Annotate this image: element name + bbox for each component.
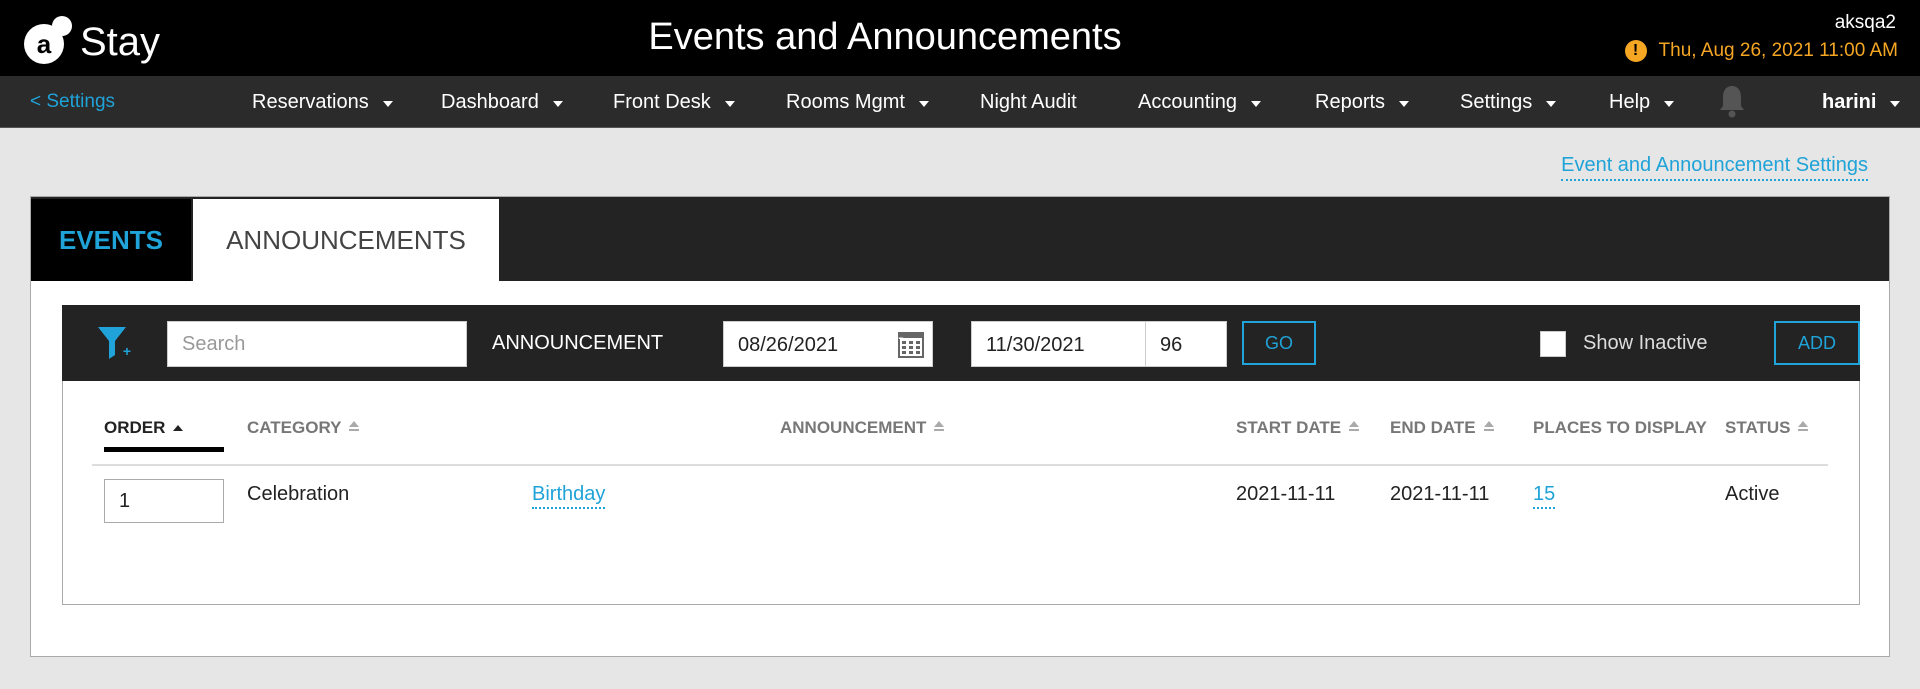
nav-accounting[interactable]: Accounting xyxy=(1138,91,1261,114)
nav-label: Dashboard xyxy=(441,91,539,113)
chevron-down-icon xyxy=(552,101,563,107)
sort-icon xyxy=(349,421,360,435)
cell-places-link[interactable]: 15 xyxy=(1533,483,1556,509)
nav-rooms-mgmt[interactable]: Rooms Mgmt xyxy=(786,91,929,114)
cell-announcement-link[interactable]: Birthday xyxy=(532,483,606,509)
sort-icon xyxy=(1798,421,1809,435)
column-label: STATUS xyxy=(1725,418,1791,437)
back-to-settings-link[interactable]: < Settings xyxy=(30,91,115,113)
nav-label: Night Audit xyxy=(980,91,1077,113)
column-label: CATEGORY xyxy=(247,418,342,437)
nav-label: Accounting xyxy=(1138,91,1237,113)
sort-icon xyxy=(1349,421,1360,435)
nav-reports[interactable]: Reports xyxy=(1315,91,1410,114)
cell-category: Celebration xyxy=(247,483,350,505)
nav-night-audit[interactable]: Night Audit xyxy=(980,91,1077,114)
nav-settings[interactable]: Settings xyxy=(1460,91,1557,114)
nav-help[interactable]: Help xyxy=(1609,91,1675,114)
property-name: aksqa2 xyxy=(1834,12,1896,33)
column-header-places: PLACES TO DISPLAY xyxy=(1533,418,1707,438)
nav-reservations[interactable]: Reservations xyxy=(252,91,393,114)
column-header-category[interactable]: CATEGORY xyxy=(247,418,360,438)
chevron-down-icon xyxy=(918,101,929,107)
main-nav: < Settings Reservations Dashboard Front … xyxy=(0,76,1920,128)
event-announcement-settings-link[interactable]: Event and Announcement Settings xyxy=(1561,154,1868,181)
go-button[interactable]: GO xyxy=(1242,321,1316,365)
cell-start-date: 2021-11-11 xyxy=(1236,483,1336,505)
chevron-down-icon xyxy=(382,101,393,107)
notifications-bell-icon[interactable] xyxy=(1718,84,1746,123)
header-divider xyxy=(92,464,1828,466)
filter-add-icon[interactable]: + xyxy=(96,323,136,368)
user-name: harini xyxy=(1822,91,1877,113)
column-header-end-date[interactable]: END DATE xyxy=(1390,418,1494,438)
column-header-start-date[interactable]: START DATE xyxy=(1236,418,1360,438)
sort-icon xyxy=(934,421,945,435)
top-header: a Stay Events and Announcements aksqa2 !… xyxy=(0,0,1920,76)
active-sort-underline xyxy=(104,447,224,452)
tab-events[interactable]: EVENTS xyxy=(31,199,191,281)
cell-status: Active xyxy=(1725,483,1780,505)
nav-dashboard[interactable]: Dashboard xyxy=(441,91,563,114)
chevron-down-icon xyxy=(1890,101,1901,107)
warning-icon: ! xyxy=(1624,40,1647,62)
tab-announcements[interactable]: ANNOUNCEMENTS xyxy=(193,199,499,281)
show-inactive-checkbox[interactable] xyxy=(1540,331,1566,357)
start-date-value: 08/26/2021 xyxy=(738,334,839,356)
date-range-separator: - xyxy=(898,327,904,347)
order-input[interactable]: 1 xyxy=(104,479,224,523)
filter-bar: + ANNOUNCEMENT 08/26/2021 - 11/3 xyxy=(62,305,1860,381)
chevron-down-icon xyxy=(1250,101,1261,107)
chevron-down-icon xyxy=(724,101,735,107)
end-date-value: 11/30/2021 xyxy=(986,334,1085,356)
nav-front-desk[interactable]: Front Desk xyxy=(613,91,735,114)
datetime-text: Thu, Aug 26, 2021 11:00 AM xyxy=(1658,40,1898,61)
user-menu[interactable]: harini xyxy=(1822,91,1901,114)
add-button[interactable]: ADD xyxy=(1774,321,1860,365)
chevron-down-icon xyxy=(1399,101,1410,107)
column-label: ANNOUNCEMENT xyxy=(780,418,927,437)
column-label: START DATE xyxy=(1236,418,1342,437)
days-count-field[interactable]: 96 xyxy=(1145,321,1227,367)
nav-label: Settings xyxy=(1460,91,1533,113)
announcement-filter-label: ANNOUNCEMENT xyxy=(492,332,664,354)
nav-label: Rooms Mgmt xyxy=(786,91,905,113)
column-label: PLACES TO DISPLAY xyxy=(1533,418,1707,437)
column-label: ORDER xyxy=(104,418,166,437)
nav-label: Reservations xyxy=(252,91,369,113)
column-header-order[interactable]: ORDER xyxy=(104,418,184,438)
column-header-status[interactable]: STATUS xyxy=(1725,418,1809,438)
chevron-down-icon xyxy=(1546,101,1557,107)
nav-label: Help xyxy=(1609,91,1651,113)
column-header-announcement[interactable]: ANNOUNCEMENT xyxy=(780,418,945,438)
show-inactive-label: Show Inactive xyxy=(1583,332,1708,354)
page-title: Events and Announcements xyxy=(648,16,1122,58)
svg-text:+: + xyxy=(123,343,131,359)
sort-ascending-icon xyxy=(173,425,184,431)
sort-icon xyxy=(1483,421,1494,435)
business-datetime: ! Thu, Aug 26, 2021 11:00 AM xyxy=(1624,40,1898,62)
column-label: END DATE xyxy=(1390,418,1476,437)
cell-end-date: 2021-11-11 xyxy=(1390,483,1490,505)
nav-label: Front Desk xyxy=(613,91,711,113)
search-input[interactable] xyxy=(167,321,467,367)
nav-label: Reports xyxy=(1315,91,1386,113)
chevron-down-icon xyxy=(1664,101,1675,107)
tab-strip: EVENTS ANNOUNCEMENTS xyxy=(31,197,1889,281)
